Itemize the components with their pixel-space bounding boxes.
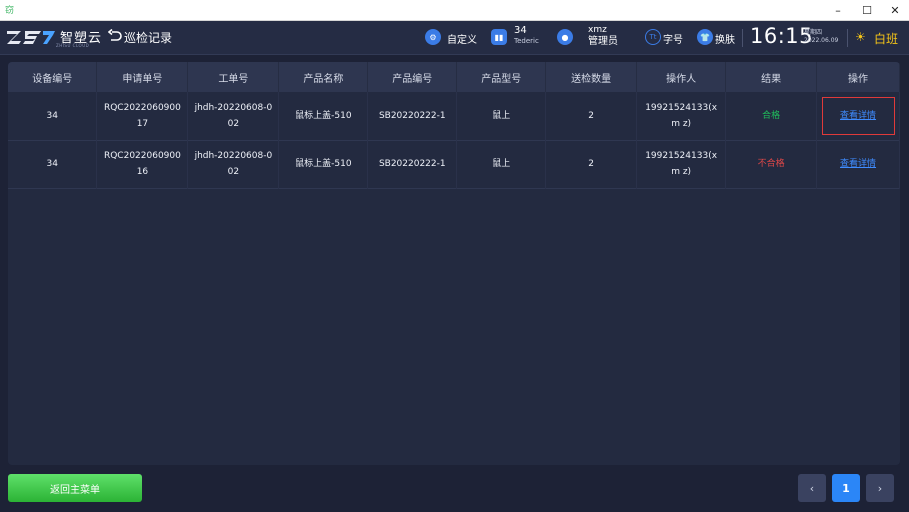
logo-mark-icon bbox=[7, 31, 55, 44]
current-page-button[interactable]: 1 bbox=[832, 474, 860, 502]
apply-no-cell: RQC2022060900 17 bbox=[96, 92, 189, 140]
order-no-cell: jhdh-20220608-0 02 bbox=[187, 92, 280, 140]
view-details-link[interactable]: 查看详情 bbox=[840, 159, 876, 169]
column-header: 设备编号 bbox=[8, 62, 98, 92]
column-header: 操作 bbox=[816, 62, 900, 92]
column-header: 产品名称 bbox=[278, 62, 369, 92]
view-details-link[interactable]: 查看详情 bbox=[840, 111, 876, 121]
table-row[interactable]: 34 RQC2022060900 16 jhdh-20220608-0 02 鼠… bbox=[8, 140, 900, 188]
user-icon[interactable]: ● bbox=[557, 29, 573, 45]
header-divider bbox=[742, 29, 743, 47]
brand-name: 智塑云 bbox=[60, 31, 103, 46]
order-no-cell: jhdh-20220608-0 02 bbox=[187, 140, 280, 188]
app-icon: 窃 bbox=[5, 6, 15, 16]
product-model-cell: 鼠上 bbox=[456, 140, 547, 188]
header-divider bbox=[847, 29, 848, 47]
account-name: xmz bbox=[588, 25, 607, 35]
result-cell: 合格 bbox=[725, 92, 818, 140]
date: 2022.06.09 bbox=[804, 37, 839, 44]
logo bbox=[7, 27, 56, 49]
column-header: 送检数量 bbox=[545, 62, 638, 92]
device-cell: 34 bbox=[8, 92, 98, 140]
back-to-main-menu-button[interactable]: 返回主菜单 bbox=[8, 474, 142, 502]
book-icon: ▮▮ bbox=[491, 29, 507, 45]
table-header-row: 设备编号 申请单号 工单号 产品名称 产品编号 产品型号 送检数量 操作人 结果… bbox=[8, 62, 900, 92]
app-header: ZHISU CLOUD 智塑云 巡检记录 ⚙ 自定义 ▮▮ 34 Tederic… bbox=[0, 21, 909, 55]
action-cell: 查看详情 bbox=[816, 92, 900, 140]
prev-page-button[interactable]: ‹ bbox=[798, 474, 826, 502]
column-header: 产品编号 bbox=[367, 62, 458, 92]
apply-no-cell: RQC2022060900 16 bbox=[96, 140, 189, 188]
operator-cell: 19921524133(xm z) bbox=[636, 92, 727, 140]
records-panel: 设备编号 申请单号 工单号 产品名称 产品编号 产品型号 送检数量 操作人 结果… bbox=[8, 62, 900, 465]
column-header: 操作人 bbox=[636, 62, 727, 92]
maximize-button[interactable]: ☐ bbox=[853, 0, 881, 21]
sun-icon: ☀ bbox=[855, 30, 866, 44]
column-header: 产品型号 bbox=[456, 62, 547, 92]
custom-button-label[interactable]: 自定义 bbox=[447, 31, 477, 46]
qty-cell: 2 bbox=[545, 92, 638, 140]
result-cell: 不合格 bbox=[725, 140, 818, 188]
font-size-icon[interactable]: Tt bbox=[645, 29, 661, 45]
device-cell: 34 bbox=[8, 140, 98, 188]
product-model-cell: 鼠上 bbox=[456, 92, 547, 140]
account-role: 管理员 bbox=[588, 36, 618, 47]
product-no-cell: SB20220222-1 bbox=[367, 92, 458, 140]
minimize-button[interactable]: – bbox=[824, 0, 852, 21]
back-icon[interactable] bbox=[108, 29, 122, 43]
weekday: 星期四 bbox=[804, 29, 823, 36]
shirt-icon[interactable]: 👕 bbox=[697, 29, 713, 45]
product-name-cell: 鼠标上盖-510 bbox=[278, 140, 369, 188]
next-page-button[interactable]: › bbox=[866, 474, 894, 502]
skin-label[interactable]: 换肤 bbox=[715, 31, 735, 46]
page-title: 巡检记录 bbox=[124, 31, 173, 45]
action-cell: 查看详情 bbox=[816, 140, 900, 188]
user-count: 34 bbox=[514, 25, 527, 36]
product-name-cell: 鼠标上盖-510 bbox=[278, 92, 369, 140]
font-size-label[interactable]: 字号 bbox=[663, 31, 683, 46]
table-row[interactable]: 34 RQC2022060900 17 jhdh-20220608-0 02 鼠… bbox=[8, 92, 900, 140]
column-header: 结果 bbox=[725, 62, 818, 92]
settings-icon[interactable]: ⚙ bbox=[425, 29, 441, 45]
close-button[interactable]: ✕ bbox=[881, 0, 909, 21]
qty-cell: 2 bbox=[545, 140, 638, 188]
records-table: 设备编号 申请单号 工单号 产品名称 产品编号 产品型号 送检数量 操作人 结果… bbox=[8, 62, 900, 189]
product-no-cell: SB20220222-1 bbox=[367, 140, 458, 188]
window-titlebar: 窃 – ☐ ✕ bbox=[0, 0, 909, 21]
user-name: Tederic bbox=[514, 37, 539, 45]
shift-label: 白班 bbox=[874, 32, 899, 46]
operator-cell: 19921524133(xm z) bbox=[636, 140, 727, 188]
column-header: 申请单号 bbox=[96, 62, 189, 92]
column-header: 工单号 bbox=[187, 62, 280, 92]
